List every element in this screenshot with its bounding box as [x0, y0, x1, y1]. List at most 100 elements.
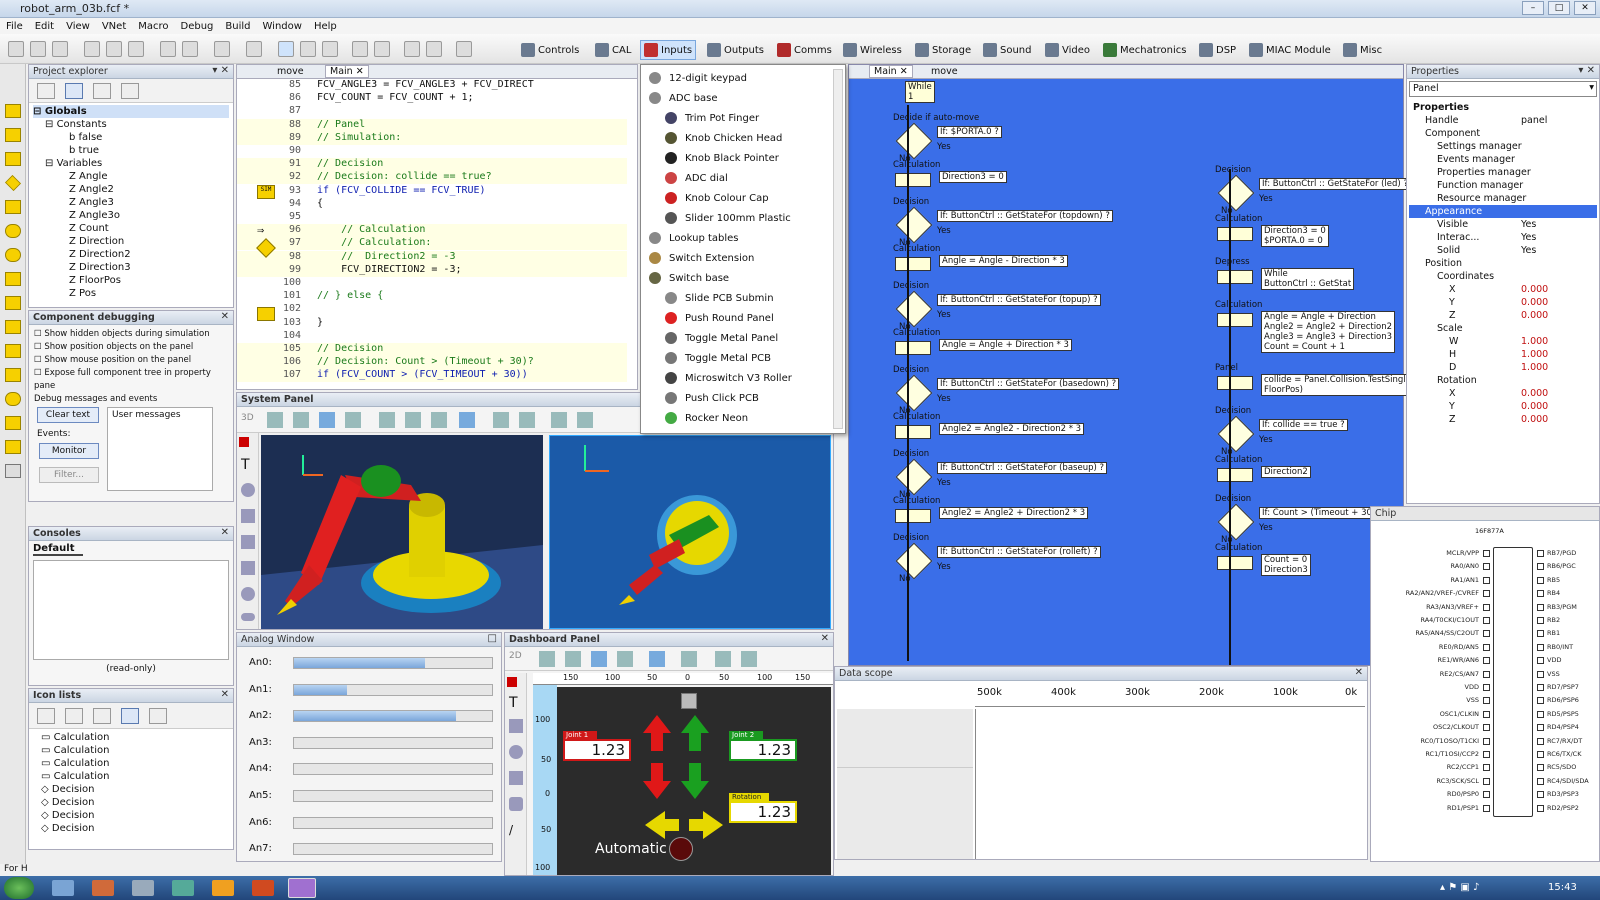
- decision-condition[interactable]: If: ButtonCtrl :: GetStateFor (basedown)…: [937, 378, 1120, 390]
- sphere-icon[interactable]: [241, 483, 255, 497]
- property-row[interactable]: Function manager: [1409, 179, 1597, 192]
- tab-move[interactable]: move: [277, 66, 304, 77]
- flowchart-calc-shape[interactable]: [1217, 227, 1253, 241]
- calculation-text[interactable]: Angle = Angle - Direction * 3: [939, 255, 1068, 267]
- filter-button[interactable]: Filter...: [39, 467, 99, 483]
- pin-marker[interactable]: [1537, 684, 1544, 691]
- step-into-icon[interactable]: [352, 41, 368, 57]
- zoom-icon[interactable]: [431, 412, 447, 428]
- property-value[interactable]: 1.000: [1521, 348, 1548, 361]
- grid-icon[interactable]: [493, 412, 509, 428]
- rotate-right-arrow[interactable]: [689, 811, 723, 839]
- analog-slider[interactable]: [293, 763, 493, 776]
- decision-condition[interactable]: If: ButtonCtrl :: GetStateFor (baseup) ?: [937, 462, 1108, 474]
- calculation-text[interactable]: Direction3 = 0: [939, 171, 1007, 183]
- tree-item[interactable]: Z Direction3: [33, 261, 229, 274]
- pin-marker[interactable]: [1483, 657, 1490, 665]
- inputs-menu-item[interactable]: Knob Chicken Head: [645, 129, 841, 149]
- tray-icons[interactable]: ▴ ⚑ ▣ ♪: [1440, 882, 1479, 893]
- camera-icon[interactable]: [405, 412, 421, 428]
- flowchart-editor[interactable]: Main ✕ move Decide if auto-move If: $PORT…: [848, 64, 1411, 666]
- property-row[interactable]: Rotation: [1409, 374, 1597, 387]
- tab-move[interactable]: move: [931, 66, 958, 77]
- minimize-button[interactable]: –: [1522, 1, 1544, 15]
- menu-macro[interactable]: Macro: [138, 21, 168, 32]
- text-tool-icon[interactable]: T: [509, 695, 518, 711]
- pin-marker[interactable]: [1537, 710, 1544, 718]
- image-icon[interactable]: [509, 719, 523, 733]
- scope-channel-list[interactable]: [837, 709, 973, 859]
- calculation-text[interactable]: Angle2 = Angle2 + Direction2 * 3: [939, 507, 1089, 519]
- pin-marker[interactable]: [1483, 777, 1490, 785]
- property-value[interactable]: Yes: [1521, 231, 1536, 244]
- close-icon[interactable]: ✕: [221, 689, 229, 700]
- pan-icon[interactable]: [379, 412, 395, 428]
- decision-condition[interactable]: If: Count > (Timeout + 30) ?: [1259, 507, 1386, 519]
- pin-marker[interactable]: [1537, 764, 1544, 772]
- pin-marker[interactable]: [1483, 710, 1490, 718]
- inputs-menu-item[interactable]: Knob Black Pointer: [645, 149, 841, 169]
- property-value[interactable]: Yes: [1521, 244, 1536, 257]
- tree-constants[interactable]: ⊟ Constants: [33, 118, 229, 131]
- jog-arrows[interactable]: [643, 715, 727, 845]
- flowchart-calc-shape[interactable]: [895, 341, 931, 355]
- new-file-icon[interactable]: [8, 41, 24, 57]
- explorer-task-icon[interactable]: [52, 880, 74, 896]
- disc-icon[interactable]: [241, 613, 255, 621]
- rotate-icon[interactable]: [617, 651, 633, 667]
- option-hidden-objects[interactable]: ☐ Show hidden objects during simulation: [34, 328, 228, 341]
- menu-edit[interactable]: Edit: [35, 21, 54, 32]
- decision-icon[interactable]: [5, 175, 21, 191]
- pin-marker[interactable]: [1483, 684, 1490, 691]
- inputs-menu-item[interactable]: 12-digit keypad: [645, 69, 841, 89]
- pin-marker[interactable]: [1483, 804, 1490, 812]
- pencil-icon[interactable]: [293, 412, 309, 428]
- close-icon[interactable]: ✕: [821, 633, 829, 644]
- analog-slider[interactable]: [293, 683, 493, 696]
- property-value[interactable]: 0.000: [1521, 387, 1548, 400]
- connection-point-icon[interactable]: [5, 224, 21, 238]
- text-tool-icon[interactable]: T: [241, 457, 250, 473]
- copy-icon[interactable]: [106, 41, 122, 57]
- list-item[interactable]: ▭ Calculation: [41, 757, 221, 770]
- toolbar-controls-button[interactable]: Controls: [518, 40, 582, 60]
- connector-icon[interactable]: [5, 464, 21, 478]
- cut-icon[interactable]: [84, 41, 100, 57]
- inputs-menu-item[interactable]: Push Click PCB: [645, 389, 841, 409]
- list-item[interactable]: ▭ Calculation: [41, 770, 221, 783]
- panel-icon[interactable]: [459, 412, 475, 428]
- close-icon[interactable]: ✕: [221, 311, 229, 322]
- circle-icon[interactable]: [509, 745, 523, 759]
- menu-file[interactable]: File: [6, 21, 23, 32]
- paste-icon[interactable]: [128, 41, 144, 57]
- list-item[interactable]: ◇ Decision: [41, 796, 221, 809]
- clear-text-button[interactable]: Clear text: [37, 407, 99, 423]
- pin-marker[interactable]: [1483, 617, 1490, 624]
- calculation-text[interactable]: Direction3 = 0 $PORTA.0 = 0: [1261, 225, 1329, 247]
- analog-slider[interactable]: [293, 790, 493, 802]
- cylinder-icon[interactable]: [241, 535, 255, 549]
- tree-item[interactable]: Z Angle: [33, 170, 229, 183]
- inputs-menu-item[interactable]: Microswitch V3 Roller: [645, 369, 841, 389]
- component-selector[interactable]: Panel ▾: [1409, 81, 1597, 97]
- property-row[interactable]: Y 0.000: [1409, 296, 1597, 309]
- while-loop-block[interactable]: While 1: [905, 81, 935, 103]
- option-position-objects[interactable]: ☐ Show position objects on the panel: [34, 341, 228, 354]
- property-row[interactable]: Solid Yes: [1409, 244, 1597, 257]
- pin-marker[interactable]: [1483, 697, 1490, 705]
- 3d-viewport-perspective[interactable]: [261, 435, 543, 629]
- pin-marker[interactable]: [1537, 643, 1544, 651]
- analog-slider[interactable]: [293, 843, 493, 856]
- tree-item[interactable]: Z Direction: [33, 235, 229, 248]
- warning-icon[interactable]: [149, 708, 167, 724]
- decision-condition[interactable]: If: ButtonCtrl :: GetStateFor (led) ?: [1259, 178, 1409, 190]
- property-value[interactable]: 1.000: [1521, 335, 1548, 348]
- app-task-icon[interactable]: [172, 880, 194, 896]
- flowchart-calc-shape[interactable]: [1217, 270, 1253, 284]
- dashboard-canvas[interactable]: Joint 1 1.23 Joint 2 1.23 Rotation 1.23 …: [557, 687, 831, 875]
- move-icon[interactable]: [539, 651, 555, 667]
- app-task-icon[interactable]: [212, 880, 234, 896]
- menu-view[interactable]: View: [66, 21, 90, 32]
- pin-marker[interactable]: [1483, 576, 1490, 584]
- move-icon[interactable]: [267, 412, 283, 428]
